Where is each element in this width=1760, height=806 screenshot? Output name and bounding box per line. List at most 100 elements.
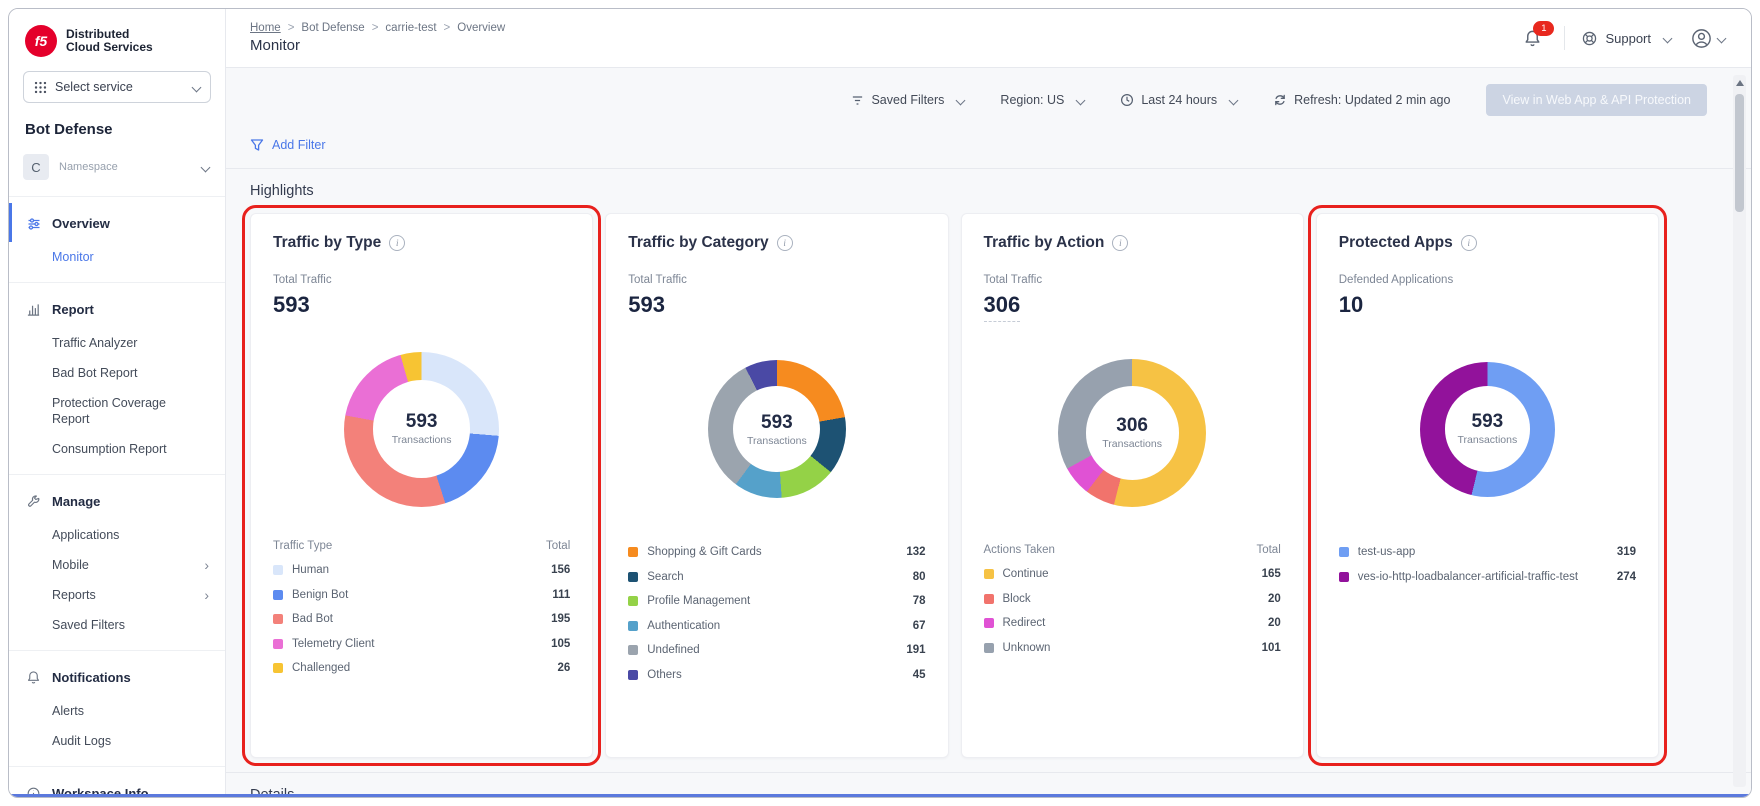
grid-icon [34,81,47,94]
sidebar-item-alerts[interactable]: Alerts [9,696,225,726]
legend-item-benign-bot[interactable]: Benign Bot111 [273,583,570,608]
sidebar: f5 Distributed Cloud Services Select ser… [9,9,226,797]
scroll-up-arrow[interactable] [1736,80,1744,86]
legend-item-bad-bot[interactable]: Bad Bot195 [273,607,570,632]
legend-item-ves-io-http-loadbalancer-artificial-traffic-test[interactable]: ves-io-http-loadbalancer-artificial-traf… [1339,565,1636,590]
legend-item-human[interactable]: Human 156 [273,558,570,583]
legend-label: Telemetry Client [292,638,542,650]
donut-chart-protected-apps[interactable]: 593Transactions [1420,362,1555,497]
metric-value: 10 [1339,292,1363,318]
sidebar-item-applications[interactable]: Applications [9,520,225,550]
breadcrumb-item-home[interactable]: Home [250,22,281,34]
legend-label: Benign Bot [292,589,543,601]
legend-label: Others [647,669,903,681]
legend-item-block[interactable]: Block20 [984,587,1281,612]
metric-label: Total Traffic [273,274,570,286]
scroll-thumb[interactable] [1735,94,1744,212]
legend-value: 195 [551,613,570,625]
legend-item-telemetry-client[interactable]: Telemetry Client105 [273,632,570,657]
legend-item-undefined[interactable]: Undefined191 [628,638,925,663]
card-title: Protected Apps [1339,234,1453,252]
legend-label: Human [292,564,542,576]
legend-item-test-us-app[interactable]: test-us-app319 [1339,540,1636,565]
donut-center-label: Transactions [1458,434,1518,446]
view-in-waap-button[interactable]: View in Web App & API Protection [1486,84,1707,116]
legend-swatch [984,618,994,628]
sidebar-item-consumption-report[interactable]: Consumption Report [9,434,225,464]
topbar: Home>Bot Defense>carrie-test>Overview Mo… [226,9,1751,68]
legend-item-redirect[interactable]: Redirect 20 [984,611,1281,636]
donut-center-value: 593 [406,411,438,433]
sidebar-item-mobile[interactable]: Mobile› [9,550,225,580]
namespace-selector[interactable]: C Namespace [9,142,225,197]
sidebar-section-manage[interactable]: Manage [9,481,225,520]
sidebar-item-bad-bot-report[interactable]: Bad Bot Report [9,358,225,388]
legend-item-unknown[interactable]: Unknown101 [984,636,1281,661]
time-range-dropdown[interactable]: Last 24 hours [1120,93,1237,107]
headset-icon [1581,30,1598,47]
support-menu[interactable]: Support [1581,30,1671,47]
donut-chart-traffic-by-action[interactable]: 306Transactions [1058,359,1206,507]
legend-value: 26 [557,662,570,674]
notifications-button[interactable]: 1 [1517,25,1548,52]
chevron-right-icon: › [204,560,209,570]
app-window: f5 Distributed Cloud Services Select ser… [8,8,1752,798]
divider [1564,26,1565,50]
breadcrumb: Home>Bot Defense>carrie-test>Overview [250,22,505,34]
legend-value: 80 [913,571,926,583]
legend-label: Redirect [1003,617,1259,629]
refresh-button[interactable]: Refresh: Updated 2 min ago [1273,93,1450,107]
legend-item-continue[interactable]: Continue165 [984,562,1281,587]
saved-filters-dropdown[interactable]: Saved Filters [851,93,964,107]
metric-value: 593 [628,292,665,318]
info-icon[interactable]: i [389,235,405,251]
sidebar-item-protection-coverage-report[interactable]: Protection Coverage Report [9,388,225,434]
legend-swatch [984,594,994,604]
card-protected-apps: Protected AppsiDefended Applications1059… [1316,213,1659,758]
info-icon[interactable]: i [1461,235,1477,251]
legend-item-search[interactable]: Search80 [628,565,925,590]
legend-value: 20 [1268,617,1281,629]
legend-item-authentication[interactable]: Authentication67 [628,614,925,639]
account-menu[interactable] [1691,28,1725,49]
legend-item-shopping-gift-cards[interactable]: Shopping & Gift Cards132 [628,540,925,565]
sidebar-section-overview[interactable]: Overview [9,203,225,242]
info-icon[interactable]: i [777,235,793,251]
legend-item-others[interactable]: Others45 [628,663,925,688]
sidebar-item-traffic-analyzer[interactable]: Traffic Analyzer [9,328,225,358]
sidebar-section-notifications[interactable]: Notifications [9,657,225,696]
metric-value: 306 [984,292,1021,322]
sidebar-item-reports[interactable]: Reports› [9,580,225,610]
sidebar-section-report[interactable]: Report [9,289,225,328]
info-icon[interactable]: i [1112,235,1128,251]
breadcrumb-item-bot-defense[interactable]: Bot Defense [301,22,364,34]
donut-chart-traffic-by-type[interactable]: 593Transactions [344,352,499,507]
legend-label: Profile Management [647,595,903,607]
region-dropdown[interactable]: Region: US [1000,93,1084,107]
add-filter-button[interactable]: Add Filter [272,138,326,152]
breadcrumb-item-carrie-test[interactable]: carrie-test [385,22,436,34]
select-service-dropdown[interactable]: Select service [23,71,211,103]
brand-logo[interactable]: f5 Distributed Cloud Services [9,9,225,67]
sidebar-section-label: Report [52,302,94,317]
product-title: Bot Defense [9,103,225,142]
card-title: Traffic by Type [273,234,381,252]
legend-item-profile-management[interactable]: Profile Management78 [628,589,925,614]
donut-chart-traffic-by-category[interactable]: 593Transactions [708,360,846,498]
nav-group-report: Report Traffic AnalyzerBad Bot ReportProt… [9,283,225,475]
sidebar-item-saved-filters[interactable]: Saved Filters [9,610,225,640]
sidebar-item-audit-logs[interactable]: Audit Logs [9,726,225,756]
legend-item-challenged[interactable]: Challenged26 [273,656,570,681]
legend-value: 156 [551,564,570,576]
sidebar-nav: OverviewMonitor Report Traffic AnalyzerBad… [9,197,225,797]
legend-value: 191 [906,644,925,656]
refresh-icon [1273,93,1287,107]
sidebar-item-monitor[interactable]: Monitor [9,242,225,272]
report-icon [25,301,42,318]
chevron-down-icon [192,82,202,92]
donut-center-value: 593 [761,412,793,434]
legend-swatch [273,565,283,575]
sidebar-section-label: Notifications [52,670,131,685]
vertical-scrollbar[interactable] [1733,75,1746,787]
legend-swatch [628,596,638,606]
